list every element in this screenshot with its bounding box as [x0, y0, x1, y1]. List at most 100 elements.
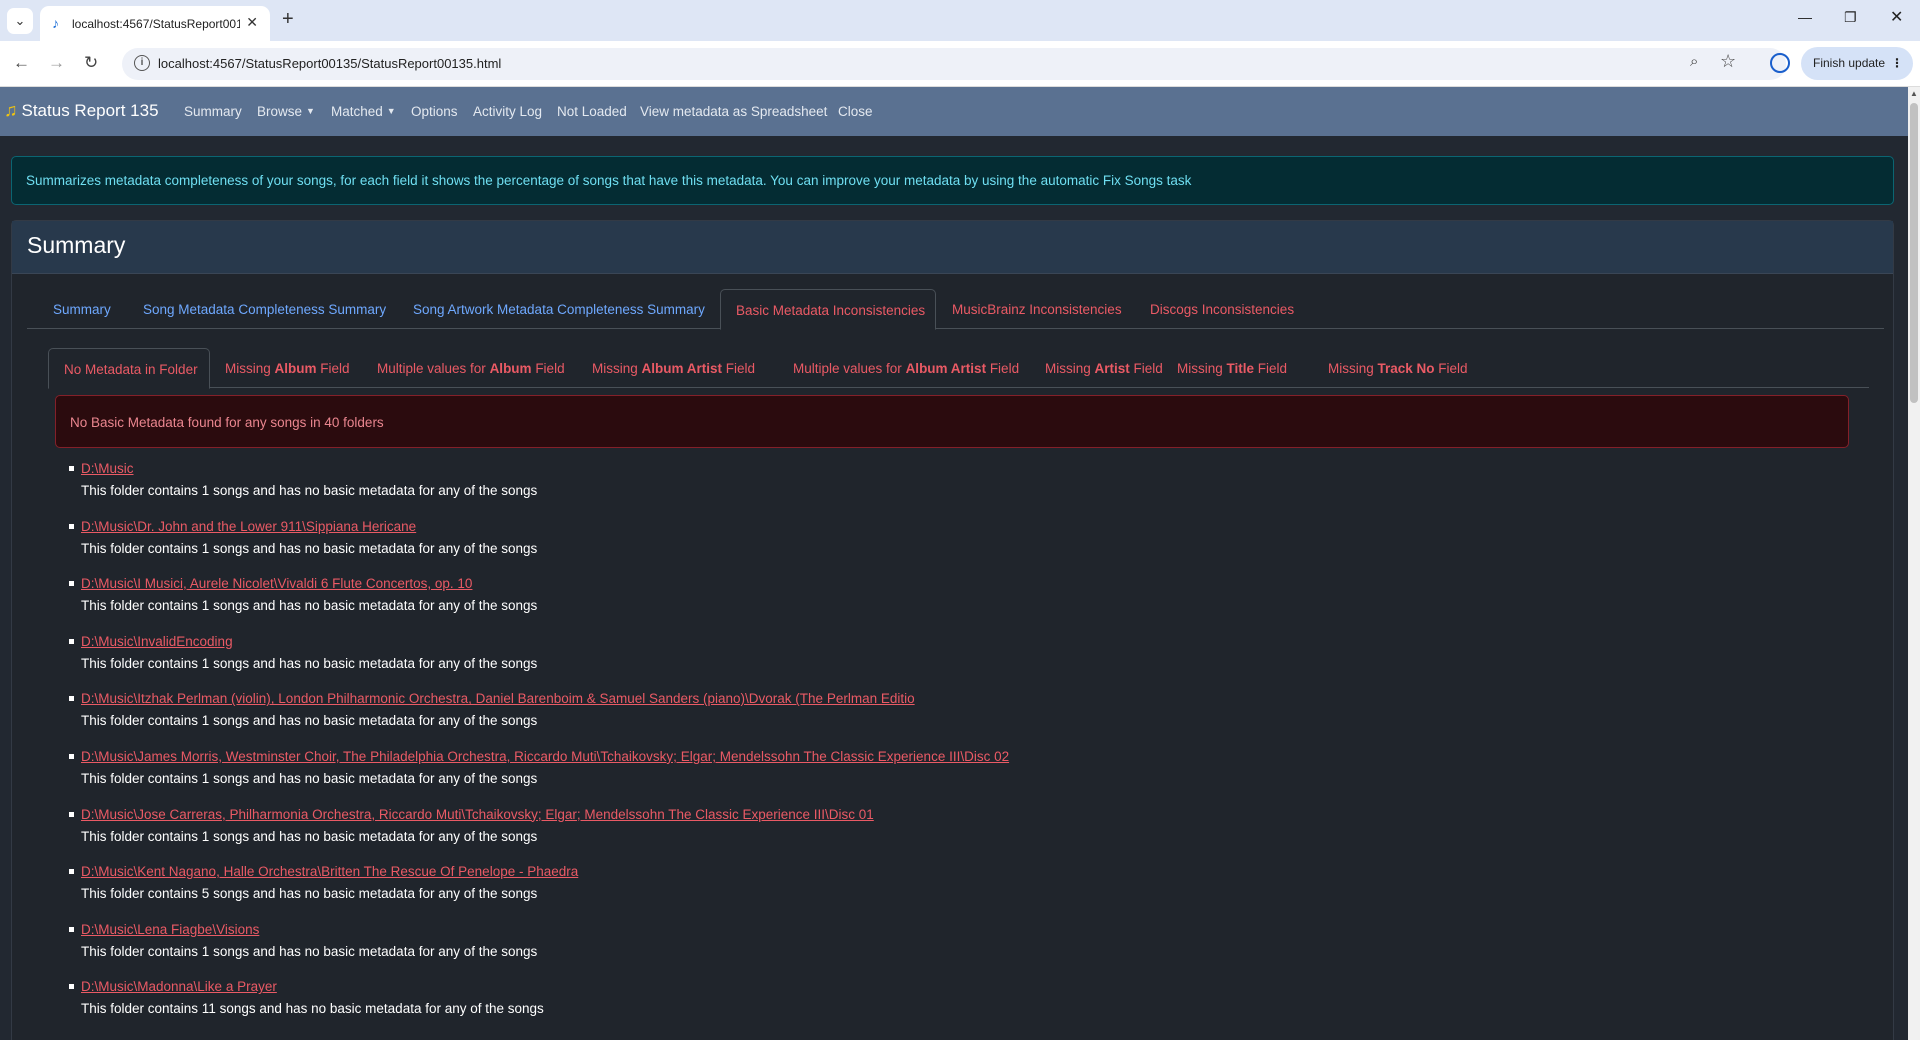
subtab-text: Field [316, 361, 350, 376]
list-item: D:\Music\Jose Carreras, Philharmonia Orc… [69, 802, 1849, 860]
list-item: D:\Music\Dr. John and the Lower 911\Sipp… [69, 514, 1849, 572]
bullet [69, 581, 74, 587]
window-close-icon[interactable]: ✕ [1890, 7, 1903, 27]
folder-description: This folder contains 5 songs and has no … [81, 886, 538, 902]
subtab-missing-title[interactable]: Missing Title Field [1177, 361, 1287, 376]
address-bar[interactable]: i localhost:4567/StatusReport00135/Statu… [122, 48, 1786, 80]
finish-update-label: Finish update [1813, 56, 1886, 70]
app-navbar: ♫ Status Report 135 Summary Browse ▼ Match… [0, 87, 1908, 136]
nav-matched-label: Matched [331, 104, 383, 119]
subtab-text: Missing [225, 361, 275, 376]
site-info-icon[interactable]: i [134, 55, 150, 71]
subtab-text: Field [1434, 361, 1468, 376]
profile-icon[interactable] [1770, 53, 1790, 73]
folder-link[interactable]: D:\Music [81, 461, 134, 476]
folder-link[interactable]: D:\Music\Madonna\Like a Prayer [81, 979, 277, 994]
nav-not-loaded[interactable]: Not Loaded [557, 104, 627, 119]
tab-song-artwork-completeness[interactable]: Song Artwork Metadata Completeness Summa… [413, 302, 705, 317]
kebab-menu-icon: ⋮ [1891, 56, 1903, 70]
subtab-field-name: Album Artist [905, 361, 987, 376]
subtab-text: Field [1254, 361, 1288, 376]
nav-browse-dropdown[interactable]: Browse ▼ [257, 104, 315, 119]
restore-icon[interactable]: ❐ [1844, 9, 1857, 26]
minimize-icon[interactable]: — [1798, 9, 1812, 25]
reload-icon[interactable]: ↻ [84, 53, 98, 73]
subtab-field-name: Album [489, 361, 532, 376]
bookmark-star-icon[interactable]: ☆ [1720, 51, 1736, 72]
tab-basic-metadata-inconsistencies[interactable]: Basic Metadata Inconsistencies [720, 289, 936, 330]
folder-link[interactable]: D:\Music\Dr. John and the Lower 911\Sipp… [81, 519, 416, 534]
bullet [69, 926, 74, 932]
folder-description: This folder contains 1 songs and has no … [81, 828, 538, 844]
bullet [69, 638, 74, 644]
brand[interactable]: ♫ Status Report 135 [4, 100, 159, 121]
folder-link[interactable]: D:\Music\Lena Fiagbe\Visions [81, 922, 259, 937]
browser-toolbar: ← → ↻ i localhost:4567/StatusReport00135… [0, 41, 1920, 87]
folder-description: This folder contains 1 songs and has no … [81, 943, 538, 959]
browser-tab[interactable]: ♪ localhost:4567/StatusReport00135 ✕ [40, 6, 270, 41]
subtab-missing-album-artist[interactable]: Missing Album Artist Field [592, 361, 755, 376]
subtab-multiple-album-artist[interactable]: Multiple values for Album Artist Field [793, 361, 1019, 376]
list-item: D:\Music This folder contains 1 songs and… [69, 456, 1849, 514]
finish-update-button[interactable]: Finish update ⋮ [1801, 47, 1913, 80]
folder-link[interactable]: D:\Music\I Musici, Aurele Nicolet\Vivald… [81, 576, 472, 591]
list-item: D:\Music\Kent Nagano, Halle Orchestra\Br… [69, 859, 1849, 917]
subtab-field-name: Title [1226, 361, 1255, 376]
subtab-missing-artist[interactable]: Missing Artist Field [1045, 361, 1163, 376]
list-item: D:\Music\Itzhak Perlman (violin), London… [69, 686, 1849, 744]
nav-close[interactable]: Close [838, 104, 873, 119]
subtab-missing-album[interactable]: Missing Album Field [225, 361, 350, 376]
tab-summary[interactable]: Summary [53, 302, 111, 317]
zoom-icon[interactable]: ⌕ [1690, 53, 1698, 70]
folder-link[interactable]: D:\Music\Kent Nagano, Halle Orchestra\Br… [81, 864, 578, 879]
page-scrollbar[interactable]: ▲ [1908, 87, 1920, 1040]
tab-musicbrainz-inconsistencies[interactable]: MusicBrainz Inconsistencies [952, 302, 1122, 317]
folder-list: D:\Music This folder contains 1 songs and… [69, 456, 1849, 1032]
list-item: D:\Music\InvalidEncoding This folder cont… [69, 629, 1849, 687]
music-note-favicon-icon: ♪ [52, 15, 59, 31]
nav-options[interactable]: Options [411, 104, 458, 119]
info-alert: Summarizes metadata completeness of your… [11, 156, 1894, 205]
subtab-multiple-album[interactable]: Multiple values for Album Field [377, 361, 565, 376]
folder-link[interactable]: D:\Music\Jose Carreras, Philharmonia Orc… [81, 807, 874, 822]
new-tab-icon[interactable]: + [282, 8, 294, 31]
folder-description: This folder contains 1 songs and has no … [81, 483, 538, 498]
list-item: D:\Music\I Musici, Aurele Nicolet\Vivald… [69, 571, 1849, 629]
main-tabs: Summary Song Metadata Completeness Summa… [27, 289, 1884, 330]
tab-basic-metadata-inconsistencies-label: Basic Metadata Inconsistencies [736, 303, 926, 318]
nav-matched-dropdown[interactable]: Matched ▼ [331, 104, 396, 119]
subtab-text: Field [722, 361, 756, 376]
subtab-field-name: Track No [1377, 361, 1435, 376]
brand-title: Status Report 135 [21, 101, 159, 120]
subtab-field-name: Album [274, 361, 317, 376]
close-tab-icon[interactable]: ✕ [246, 14, 258, 31]
subtab-no-metadata-label: No Metadata in Folder [64, 362, 198, 377]
tab-song-metadata-completeness[interactable]: Song Metadata Completeness Summary [143, 302, 386, 317]
tab-discogs-inconsistencies[interactable]: Discogs Inconsistencies [1150, 302, 1294, 317]
url-text[interactable]: localhost:4567/StatusReport00135/StatusR… [158, 56, 501, 71]
nav-browse-label: Browse [257, 104, 303, 119]
folder-link[interactable]: D:\Music\James Morris, Westminster Choir… [81, 749, 1009, 764]
folder-link[interactable]: D:\Music\InvalidEncoding [81, 634, 233, 649]
subtab-missing-track-no[interactable]: Missing Track No Field [1328, 361, 1468, 376]
nav-activity-log[interactable]: Activity Log [473, 104, 542, 119]
card-header: Summary [12, 221, 1893, 274]
summary-card: Summary Summary Song Metadata Completene… [11, 220, 1894, 1040]
folder-description: This folder contains 11 songs and has no… [81, 1001, 544, 1017]
scrollbar-thumb[interactable] [1910, 103, 1918, 403]
folder-link[interactable]: D:\Music\Itzhak Perlman (violin), London… [81, 691, 915, 706]
subtab-text: Multiple values for [793, 361, 906, 376]
music-note-logo-icon: ♫ [4, 100, 18, 120]
subtab-field-name: Artist [1094, 361, 1130, 376]
nav-view-spreadsheet[interactable]: View metadata as Spreadsheet [640, 104, 827, 119]
subtab-text: Field [986, 361, 1020, 376]
nav-summary[interactable]: Summary [184, 104, 242, 119]
subtab-no-metadata-in-folder[interactable]: No Metadata in Folder [48, 348, 210, 389]
forward-arrow-icon[interactable]: → [48, 53, 65, 73]
caret-down-icon: ▼ [386, 106, 396, 116]
subtab-text: Field [531, 361, 565, 376]
bullet [69, 869, 74, 875]
scroll-up-icon[interactable]: ▲ [1910, 89, 1918, 98]
tab-search-button[interactable]: ⌄ [7, 8, 33, 34]
back-arrow-icon[interactable]: ← [13, 53, 30, 73]
